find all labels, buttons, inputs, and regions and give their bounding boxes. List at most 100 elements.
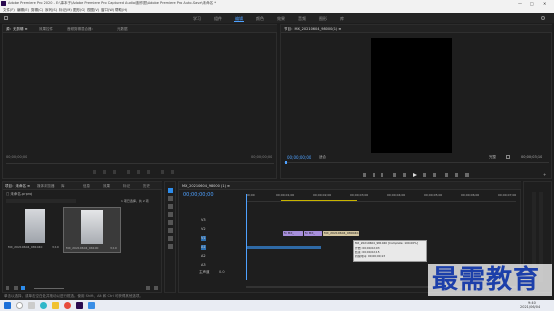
task-view-icon[interactable] bbox=[28, 302, 35, 309]
menu-file[interactable]: 文件(F) bbox=[3, 8, 15, 13]
timeline-timecode[interactable]: 00;00;00;00 bbox=[183, 192, 214, 198]
ripple-edit-tool-icon[interactable] bbox=[168, 204, 173, 209]
program-title[interactable]: 节目：MX_20210604_98000(1) ≡ bbox=[284, 27, 341, 32]
go-to-out-icon[interactable] bbox=[433, 173, 436, 177]
tab-history[interactable]: 历史 bbox=[143, 184, 150, 189]
track-select-tool-icon[interactable] bbox=[168, 196, 173, 201]
tab-project[interactable]: 项目：未命名 ≡ bbox=[5, 184, 30, 189]
program-play-icon[interactable] bbox=[413, 173, 417, 177]
menu-view[interactable]: 视图(V) bbox=[87, 8, 99, 13]
go-to-in-icon[interactable] bbox=[393, 173, 396, 177]
timeline-ruler[interactable]: 00;00 00;00;01;00 00;00;02;00 00;00;03;0… bbox=[246, 193, 516, 202]
clip-a1[interactable] bbox=[247, 246, 321, 249]
source-scrubber[interactable] bbox=[6, 163, 274, 164]
out-point-icon[interactable] bbox=[113, 170, 116, 174]
menu-edit[interactable]: 编辑(E) bbox=[17, 8, 29, 13]
program-step-back-icon[interactable] bbox=[403, 173, 406, 177]
menu-clip[interactable]: 剪辑(C) bbox=[31, 8, 43, 13]
tab-info[interactable]: 信息 bbox=[83, 184, 90, 189]
program-step-forward-icon[interactable] bbox=[423, 173, 426, 177]
taskbar-date[interactable]: 2021/06/04 bbox=[520, 305, 540, 310]
tab-metadata[interactable]: 元数据 bbox=[117, 27, 128, 32]
fit-dropdown[interactable]: 适合 bbox=[319, 155, 326, 160]
project-search-input[interactable] bbox=[6, 199, 76, 203]
program-scrubber[interactable] bbox=[284, 162, 549, 163]
menu-graphics[interactable]: 图形(G) bbox=[73, 8, 85, 13]
tab-markers[interactable]: 标记 bbox=[123, 184, 130, 189]
workspace-effects[interactable]: 效果 bbox=[277, 16, 285, 21]
timeline-tab[interactable]: MX_20210604_98000 (1) ≡ bbox=[182, 184, 230, 189]
project-item-1[interactable]: MX_20210604_981040 3;10 bbox=[8, 207, 62, 253]
workspace-learn[interactable]: 学习 bbox=[193, 16, 201, 21]
icon-view-icon[interactable] bbox=[21, 286, 25, 290]
add-button-icon[interactable]: + bbox=[543, 173, 547, 177]
track-a1[interactable]: A1 bbox=[201, 245, 206, 250]
app-icon[interactable] bbox=[88, 302, 95, 309]
file-explorer-icon[interactable] bbox=[52, 302, 59, 309]
export-frame-icon[interactable] bbox=[465, 173, 469, 177]
overwrite-icon[interactable] bbox=[171, 170, 174, 174]
timeline-playhead[interactable] bbox=[246, 194, 247, 280]
list-view-icon[interactable] bbox=[14, 286, 18, 290]
search-icon[interactable] bbox=[541, 16, 545, 20]
track-a2[interactable]: A2 bbox=[201, 254, 206, 259]
marker-icon[interactable] bbox=[93, 170, 96, 174]
close-button[interactable]: ✕ bbox=[543, 1, 546, 6]
hand-tool-icon[interactable] bbox=[168, 236, 173, 241]
menu-marker[interactable]: 标记(M) bbox=[59, 8, 72, 13]
write-lock-icon[interactable] bbox=[6, 286, 9, 290]
slip-tool-icon[interactable] bbox=[168, 220, 173, 225]
insert-icon[interactable] bbox=[161, 170, 164, 174]
project-item-2[interactable]: MX_20210604_96100 3;10 bbox=[63, 207, 121, 253]
in-point-icon[interactable] bbox=[103, 170, 106, 174]
workspace-graphics[interactable]: 图形 bbox=[319, 16, 327, 21]
program-playhead[interactable] bbox=[285, 161, 287, 164]
menu-window[interactable]: 窗口(W) bbox=[101, 8, 114, 13]
type-tool-icon[interactable] bbox=[168, 244, 173, 249]
track-v2[interactable]: V2 bbox=[201, 227, 206, 232]
track-v3[interactable]: V3 bbox=[201, 218, 206, 223]
maximize-button[interactable]: □ bbox=[530, 1, 534, 6]
tab-audio-clip-mixer[interactable]: 音频剪辑混合器： bbox=[67, 27, 95, 32]
home-icon[interactable] bbox=[4, 16, 8, 20]
workspace-assembly[interactable]: 组件 bbox=[214, 16, 222, 21]
selection-tool-icon[interactable] bbox=[168, 188, 173, 193]
workspace-audio[interactable]: 音频 bbox=[298, 16, 306, 21]
extract-icon[interactable] bbox=[455, 173, 458, 177]
tab-source[interactable]: 源：无剪辑 ≡ bbox=[6, 27, 28, 32]
track-v1[interactable]: V1 bbox=[201, 236, 206, 241]
workspace-editing[interactable]: 编辑 bbox=[235, 16, 243, 21]
lift-icon[interactable] bbox=[445, 173, 448, 177]
track-a3[interactable]: A3 bbox=[201, 263, 206, 268]
tab-effect-controls[interactable]: 效果控件 bbox=[39, 27, 53, 32]
program-timecode[interactable]: 00;00;00;00 bbox=[287, 155, 311, 160]
step-back-icon[interactable] bbox=[127, 170, 130, 174]
menu-sequence[interactable]: 序列(S) bbox=[45, 8, 57, 13]
razor-tool-icon[interactable] bbox=[168, 212, 173, 217]
trash-icon[interactable] bbox=[154, 286, 158, 290]
pen-tool-icon[interactable] bbox=[168, 228, 173, 233]
tab-effects[interactable]: 效果 bbox=[103, 184, 110, 189]
new-item-icon[interactable] bbox=[146, 286, 150, 290]
work-area-bar[interactable] bbox=[281, 200, 357, 201]
workspace-libraries[interactable]: 库 bbox=[340, 16, 344, 21]
tab-media-browser[interactable]: 媒体浏览器 bbox=[37, 184, 55, 189]
tab-libraries[interactable]: 库 bbox=[61, 184, 65, 189]
program-marker-icon[interactable] bbox=[363, 173, 366, 177]
workspace-color[interactable]: 颜色 bbox=[256, 16, 264, 21]
minimize-button[interactable]: — bbox=[518, 1, 522, 6]
windows-start-icon[interactable] bbox=[4, 302, 11, 309]
wrench-icon[interactable] bbox=[506, 155, 510, 159]
step-forward-icon[interactable] bbox=[147, 170, 150, 174]
program-in-icon[interactable] bbox=[373, 173, 375, 177]
clip-v2-b[interactable]: fx MX_ bbox=[304, 231, 322, 236]
edge-browser-icon[interactable] bbox=[40, 302, 47, 309]
zoom-slider[interactable] bbox=[34, 288, 64, 289]
chrome-icon[interactable] bbox=[64, 302, 71, 309]
taskbar-search-icon[interactable] bbox=[16, 302, 23, 309]
master-value[interactable]: 0.0 bbox=[219, 270, 225, 275]
clip-v1[interactable]: MX_20210604_980040.jpg bbox=[323, 231, 364, 236]
quality-dropdown[interactable]: 完整 bbox=[489, 155, 496, 160]
premiere-taskbar-icon[interactable] bbox=[76, 302, 83, 309]
play-icon[interactable] bbox=[137, 170, 140, 174]
